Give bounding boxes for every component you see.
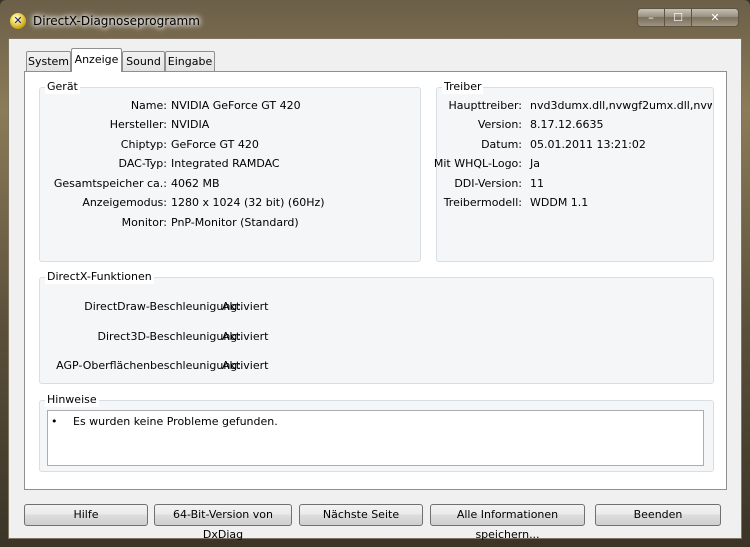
device-dactype-value: Integrated RAMDAC (171, 157, 280, 170)
driver-whql-label: Mit WHQL-Logo: (433, 157, 522, 170)
tab-sound[interactable]: Sound (122, 51, 165, 71)
driver-date-label: Datum: (481, 138, 522, 151)
features-group-title: DirectX-Funktionen (45, 270, 154, 284)
feature-directdraw-value: Aktiviert (222, 300, 269, 313)
device-manufacturer-label: Hersteller: (109, 118, 167, 131)
directx-x-icon: ✕ (10, 13, 26, 29)
driver-main-value: nvd3dumx.dll,nvwgf2umx.dll,nvwgf2 (530, 99, 712, 112)
notes-item: Es wurden keine Probleme gefunden. (73, 415, 278, 428)
device-chiptype-label: Chiptyp: (120, 138, 167, 151)
next-page-button[interactable]: Nächste Seite (299, 504, 423, 526)
tab-system[interactable]: System (26, 51, 71, 71)
driver-group-title: Treiber (442, 80, 484, 94)
device-name-value: NVIDIA GeForce GT 420 (171, 99, 301, 112)
device-displaymode-value: 1280 x 1024 (32 bit) (60Hz) (171, 196, 325, 209)
notes-group: Hinweise • Es wurden keine Probleme gefu… (39, 393, 714, 472)
device-manufacturer-value: NVIDIA (171, 118, 210, 131)
window-title: DirectX-Diagnoseprogramm (33, 14, 200, 28)
driver-ddi-label: DDI-Version: (454, 177, 522, 190)
driver-main-label: Haupttreiber: (448, 99, 522, 112)
device-monitor-value: PnP-Monitor (Standard) (171, 216, 299, 229)
dxdiag-window: ✕ DirectX-Diagnoseprogramm – ☐ ✕ System … (0, 0, 750, 547)
device-monitor-label: Monitor: (121, 216, 167, 229)
driver-whql-value: Ja (530, 157, 540, 170)
device-chiptype-value: GeForce GT 420 (171, 138, 259, 151)
minimize-button[interactable]: – (637, 8, 665, 27)
feature-direct3d-value: Aktiviert (222, 330, 269, 343)
feature-agp-value: Aktiviert (222, 359, 269, 372)
driver-model-value: WDDM 1.1 (530, 196, 589, 209)
device-dactype-label: DAC-Typ: (118, 157, 167, 170)
notes-bullet: • (51, 415, 58, 428)
device-displaymode-label: Anzeigemodus: (82, 196, 167, 209)
exit-button[interactable]: Beenden (595, 504, 721, 526)
driver-group: Treiber Haupttreiber: nvd3dumx.dll,nvwgf… (433, 80, 714, 262)
directx-features-group: DirectX-Funktionen DirectDraw-Beschleuni… (39, 270, 714, 384)
feature-agp-label: AGP-Oberflächenbeschleunigung: (56, 359, 241, 372)
maximize-button[interactable]: ☐ (664, 8, 692, 27)
save-all-info-button[interactable]: Alle Informationen speichern... (430, 504, 585, 541)
client-area: System Anzeige Sound Eingabe Gerät Name:… (8, 38, 742, 541)
feature-direct3d-label: Direct3D-Beschleunigung: (97, 330, 241, 343)
driver-version-label: Version: (477, 118, 522, 131)
notes-textbox[interactable]: • Es wurden keine Probleme gefunden. (47, 410, 704, 466)
driver-date-value: 05.01.2011 13:21:02 (530, 138, 646, 151)
device-group: Gerät Name: NVIDIA GeForce GT 420 Herste… (39, 80, 421, 262)
device-name-label: Name: (130, 99, 167, 112)
tab-panel-anzeige: Gerät Name: NVIDIA GeForce GT 420 Herste… (24, 71, 727, 490)
driver-ddi-value: 11 (530, 177, 544, 190)
device-memory-value: 4062 MB (171, 177, 220, 190)
notes-group-title: Hinweise (45, 393, 99, 407)
help-button[interactable]: Hilfe (24, 504, 148, 526)
device-group-title: Gerät (45, 80, 80, 94)
tab-eingabe[interactable]: Eingabe (165, 51, 215, 71)
close-button[interactable]: ✕ (691, 8, 739, 27)
64bit-dxdiag-button[interactable]: 64-Bit-Version von DxDiag (154, 504, 292, 541)
feature-directdraw-label: DirectDraw-Beschleunigung: (84, 300, 241, 313)
title-bar[interactable]: ✕ DirectX-Diagnoseprogramm – ☐ ✕ (0, 0, 750, 40)
driver-version-value: 8.17.12.6635 (530, 118, 604, 131)
device-memory-label: Gesamtspeicher ca.: (53, 177, 167, 190)
driver-model-label: Treibermodell: (443, 196, 522, 209)
tab-anzeige[interactable]: Anzeige (71, 48, 122, 72)
